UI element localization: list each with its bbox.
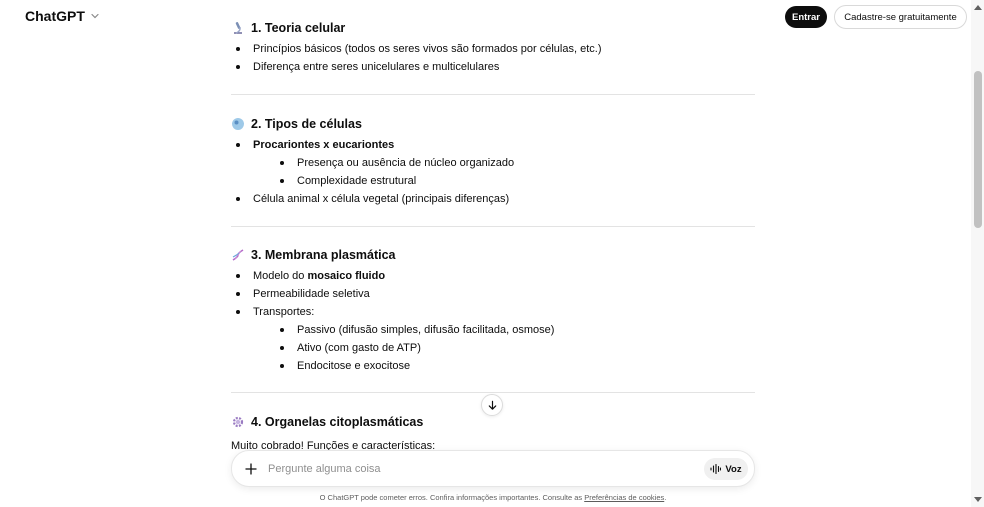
disclaimer: O ChatGPT pode cometer erros. Confira in… (231, 493, 755, 502)
list-item: Permeabilidade seletiva (231, 285, 755, 303)
bullet-list: Procariontes x eucariontes Presença ou a… (231, 136, 755, 208)
list-item: Princípios básicos (todos os seres vivos… (231, 40, 755, 58)
scroll-down-arrow-icon[interactable] (974, 497, 982, 503)
divider (231, 392, 755, 393)
brand-name: ChatGPT (25, 8, 85, 24)
list-item-text: Procariontes x eucariontes (253, 139, 395, 151)
section-title: 3. Membrana plasmática (251, 248, 396, 262)
list-item: Célula animal x célula vegetal (principa… (231, 190, 755, 208)
sub-bullet-list: Presença ou ausência de núcleo organizad… (253, 154, 755, 190)
signup-button[interactable]: Cadastre-se gratuitamente (834, 5, 967, 29)
list-item: Ativo (com gasto de ATP) (275, 339, 755, 357)
microscope-icon (234, 22, 242, 34)
voice-label: Voz (725, 463, 742, 475)
section-title: 4. Organelas citoplasmáticas (251, 415, 424, 429)
list-item-bold-text: mosaico fluido (307, 270, 386, 282)
scroll-to-bottom-button[interactable] (481, 394, 503, 416)
login-button[interactable]: Entrar (785, 6, 827, 28)
section-teoria-celular: 1. Teoria celular Princípios básicos (to… (231, 18, 755, 76)
section-title: 1. Teoria celular (251, 21, 346, 35)
section-title: 2. Tipos de células (251, 117, 362, 131)
divider (231, 226, 755, 227)
voice-waveform-icon (710, 464, 722, 474)
bullet-list: Modelo do mosaico fluido Permeabilidade … (231, 267, 755, 375)
divider (231, 94, 755, 95)
chevron-down-icon (91, 13, 99, 19)
gear-icon (232, 416, 244, 428)
cookie-preferences-link[interactable]: Preferências de cookies (584, 493, 664, 502)
composer: Voz (231, 450, 755, 487)
list-item: Procariontes x eucariontes Presença ou a… (231, 136, 755, 190)
attach-button[interactable] (242, 460, 260, 478)
list-item-text: Modelo do (253, 270, 308, 282)
section-organelas: 4. Organelas citoplasmáticas Muito cobra… (231, 412, 755, 455)
section-tipos-de-celulas: 2. Tipos de células Procariontes x eucar… (231, 114, 755, 208)
bullet-list: Princípios básicos (todos os seres vivos… (231, 40, 755, 76)
list-item: Diferença entre seres unicelulares e mul… (231, 58, 755, 76)
plus-icon (245, 463, 257, 475)
list-item: Passivo (difusão simples, difusão facili… (275, 321, 755, 339)
model-selector[interactable]: ChatGPT (25, 8, 101, 24)
list-item-text: Transportes: (253, 306, 315, 318)
sub-bullet-list: Passivo (difusão simples, difusão facili… (253, 321, 755, 375)
list-item: Presença ou ausência de núcleo organizad… (275, 154, 755, 172)
list-item: Endocitose e exocitose (275, 357, 755, 375)
disclaimer-text: O ChatGPT pode cometer erros. Confira in… (319, 493, 585, 502)
cell-icon (232, 118, 244, 130)
voice-button[interactable]: Voz (704, 458, 748, 480)
arrow-down-icon (488, 400, 496, 410)
list-item: Transportes: Passivo (difusão simples, d… (231, 303, 755, 375)
dna-icon (232, 249, 244, 261)
prompt-input[interactable] (268, 460, 688, 478)
list-item: Complexidade estrutural (275, 172, 755, 190)
scroll-up-arrow-icon[interactable] (974, 4, 982, 10)
scrollbar-thumb[interactable] (974, 71, 982, 228)
disclaimer-suffix: . (664, 493, 667, 502)
list-item: Modelo do mosaico fluido (231, 267, 755, 285)
section-membrana-plasmatica: 3. Membrana plasmática Modelo do mosaico… (231, 245, 755, 375)
